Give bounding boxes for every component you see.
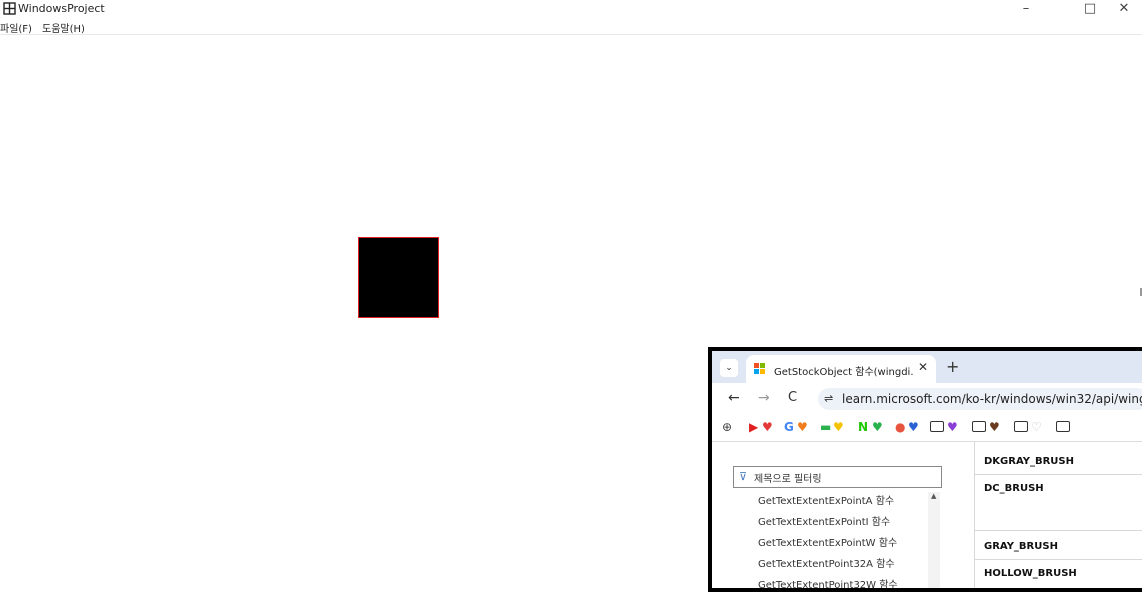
bookmark-heart-icon: ♥ xyxy=(989,420,1000,434)
table-divider xyxy=(974,442,975,588)
tab-search-icon[interactable]: ⌄ xyxy=(720,359,738,377)
toc-scrollbar[interactable]: ▲ xyxy=(928,492,940,588)
bookmark-heart-icon: ♡ xyxy=(1031,420,1042,434)
bookmark-chat-icon[interactable]: ▬ xyxy=(820,420,831,434)
table-row-divider xyxy=(975,559,1142,560)
table-cell: DC_BRUSH xyxy=(984,483,1044,494)
table-row-divider xyxy=(975,474,1142,475)
bookmark-folder-icon[interactable] xyxy=(972,421,986,432)
bookmark-naver-icon[interactable]: N xyxy=(858,420,868,434)
table-row-divider xyxy=(975,530,1142,531)
drawn-rectangle xyxy=(358,237,439,318)
bookmark-youtube-icon[interactable]: ▶ xyxy=(749,420,758,434)
tab-title: GetStockObject 함수(wingdi.h) xyxy=(774,367,914,378)
menu-bar: 파일(F) 도움말(H) xyxy=(0,18,1142,35)
forward-button[interactable]: → xyxy=(758,390,770,406)
toc-item[interactable]: GetTextExtentPoint32A 함수 xyxy=(758,555,895,570)
bookmark-heart-icon: ♥ xyxy=(833,420,844,434)
address-bar[interactable]: ⇌ learn.microsoft.com/ko-kr/windows/win3… xyxy=(818,388,1142,410)
bookmark-heart-icon: ♥ xyxy=(947,420,958,434)
browser-window: ⌄ GetStockObject 함수(wingdi.h) ✕ + ← → C … xyxy=(708,347,1142,592)
bookmark-folder-icon[interactable] xyxy=(1014,421,1028,432)
active-tab[interactable]: GetStockObject 함수(wingdi.h) ✕ xyxy=(746,355,936,383)
bookmark-google-icon[interactable]: G xyxy=(784,420,794,434)
new-tab-button[interactable]: + xyxy=(946,357,959,376)
toc-item[interactable]: GetTextExtentExPointW 함수 xyxy=(758,534,897,549)
bookmark-globe-icon[interactable]: ⊕ xyxy=(722,420,732,434)
bookmark-heart-icon: ♥ xyxy=(908,420,919,434)
toc-item[interactable]: GetTextExtentExPointA 함수 xyxy=(758,492,894,507)
filter-placeholder: 제목으로 필터링 xyxy=(754,474,822,485)
site-info-icon[interactable]: ⇌ xyxy=(824,392,833,405)
filter-input[interactable]: ⊽ 제목으로 필터링 xyxy=(733,466,942,488)
tab-strip: ⌄ GetStockObject 함수(wingdi.h) ✕ + xyxy=(712,351,1142,383)
title-bar: WindowsProject – □ ✕ xyxy=(0,0,1142,18)
toc-item[interactable]: GetTextExtentPoint32W 함수 xyxy=(758,576,898,588)
bookmarks-bar: ⊕ ▶ ♥ G ♥ ▬ ♥ N ♥ ● ♥ ♥ ♥ ♡ xyxy=(712,415,1142,442)
scroll-up-icon[interactable]: ▲ xyxy=(931,492,936,500)
table-cell: GRAY_BRUSH xyxy=(984,541,1058,552)
bookmark-heart-icon: ♥ xyxy=(872,420,883,434)
menu-file[interactable]: 파일(F) xyxy=(0,20,32,35)
reload-button[interactable]: C xyxy=(788,390,797,405)
bookmark-heart-icon: ♥ xyxy=(797,420,808,434)
toc-item[interactable]: GetTextExtentExPointI 함수 xyxy=(758,513,890,528)
tab-close-icon[interactable]: ✕ xyxy=(918,360,928,374)
window-title: WindowsProject xyxy=(18,2,105,15)
menu-help[interactable]: 도움말(H) xyxy=(42,20,85,35)
url-text: learn.microsoft.com/ko-kr/windows/win32/… xyxy=(842,392,1142,406)
page-content: ⊽ 제목으로 필터링 GetTextExtentExPointA 함수 GetT… xyxy=(712,442,1142,588)
minimize-button[interactable]: – xyxy=(1006,0,1046,18)
close-button[interactable]: ✕ xyxy=(1104,0,1142,18)
app-icon xyxy=(3,2,16,15)
table-cell: HOLLOW_BRUSH xyxy=(984,568,1077,579)
filter-icon: ⊽ xyxy=(739,470,748,483)
bookmark-circle-icon[interactable]: ● xyxy=(895,420,905,434)
microsoft-logo-icon xyxy=(754,363,766,375)
bookmark-folder-icon[interactable] xyxy=(930,421,944,432)
bookmark-folder-icon[interactable] xyxy=(1056,421,1070,432)
back-button[interactable]: ← xyxy=(728,390,740,406)
bookmark-heart-icon: ♥ xyxy=(762,420,773,434)
browser-toolbar: ← → C ⇌ learn.microsoft.com/ko-kr/window… xyxy=(712,383,1142,415)
table-cell: DKGRAY_BRUSH xyxy=(984,456,1074,467)
